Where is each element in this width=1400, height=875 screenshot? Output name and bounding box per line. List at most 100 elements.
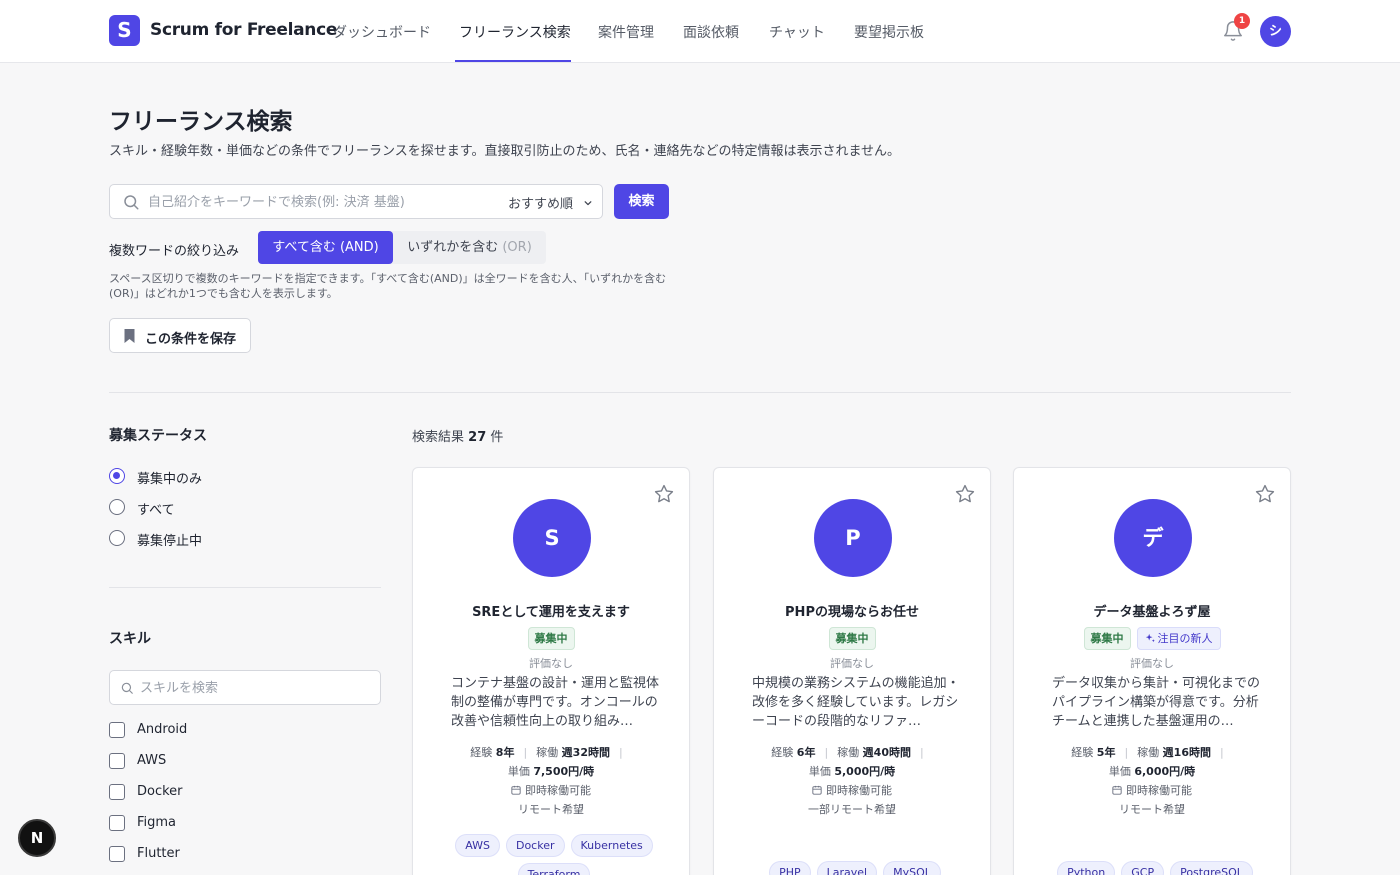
search-icon <box>124 195 139 210</box>
skill-filter-heading: スキル <box>109 631 151 647</box>
status-radio-paused[interactable] <box>109 530 125 546</box>
app-name[interactable]: Scrum for Freelance <box>150 20 337 40</box>
rating-text: 評価なし <box>529 657 573 670</box>
skill-tag[interactable]: PostgreSQL <box>1170 861 1253 875</box>
availability-text: 即時稼働可能 <box>1126 784 1192 797</box>
rate-label: 単価 <box>507 765 530 778</box>
star-icon[interactable] <box>1254 483 1276 505</box>
status-filter-heading: 募集ステータス <box>109 428 207 444</box>
or-option-suffix: (OR) <box>502 240 532 255</box>
remote-preference: リモート希望 <box>518 803 584 816</box>
chevron-down-icon[interactable] <box>584 199 592 207</box>
app-logo-icon[interactable]: S <box>109 15 140 46</box>
search-button[interactable]: 検索 <box>614 184 669 219</box>
status-badge: 募集中 <box>1083 627 1131 650</box>
experience-value: 8年 <box>495 746 515 759</box>
new-talent-label: 注目の新人 <box>1157 632 1213 645</box>
or-option-label: いずれかを含む <box>407 240 499 255</box>
hourly-rate: 単価 7,500円/時 <box>413 763 689 779</box>
calendar-icon <box>1112 785 1122 795</box>
workload-value: 週40時間 <box>862 746 911 759</box>
experience-label: 経験 <box>470 746 493 759</box>
skill-tag[interactable]: Docker <box>505 834 565 857</box>
status-radio-all[interactable] <box>109 499 125 515</box>
star-icon[interactable] <box>954 483 976 505</box>
workload-label: 稼働 <box>837 746 860 759</box>
nav-projects[interactable]: 案件管理 <box>598 22 654 42</box>
remote-preference: 一部リモート希望 <box>808 803 896 816</box>
freelancer-bio: 中規模の業務システムの機能追加・改修を多く経験しています。レガシーコードの段階的… <box>752 676 960 729</box>
availability-text: 即時稼働可能 <box>525 784 591 797</box>
sidebar-divider <box>109 587 381 588</box>
save-condition-label: この条件を保存 <box>145 332 237 347</box>
rate-label: 単価 <box>1108 765 1131 778</box>
skill-tag[interactable]: PHP <box>769 861 811 875</box>
skill-tag[interactable]: GCP <box>1121 861 1165 875</box>
skill-label-docker[interactable]: Docker <box>137 784 183 799</box>
nav-interview-requests[interactable]: 面談依頼 <box>683 22 739 42</box>
rate-label: 単価 <box>808 765 831 778</box>
skill-tag[interactable]: Python <box>1057 861 1116 875</box>
skill-checkbox-aws[interactable] <box>109 753 125 769</box>
badge-row: 募集中 注目の新人 <box>1014 627 1290 650</box>
freelancer-card[interactable]: S SREとして運用を支えます 募集中 評価なし コンテナ基盤の設計・運用と監視… <box>412 467 690 875</box>
badge-row: 募集中 <box>714 627 990 650</box>
availability: 即時稼働可能 <box>1014 782 1290 798</box>
skill-label-android[interactable]: Android <box>137 722 187 737</box>
skill-search-input[interactable] <box>140 677 370 699</box>
results-number: 27 <box>468 430 487 445</box>
workload-label: 稼働 <box>1137 746 1160 759</box>
availability: 即時稼働可能 <box>413 782 689 798</box>
match-any-or-option[interactable]: いずれかを含む (OR) <box>393 231 546 264</box>
sort-select[interactable]: おすすめ順 <box>508 193 573 212</box>
skill-checkbox-flutter[interactable] <box>109 846 125 862</box>
hourly-rate: 単価 5,000円/時 <box>714 763 990 779</box>
status-label-paused[interactable]: 募集停止中 <box>137 530 202 549</box>
skill-label-figma[interactable]: Figma <box>137 815 176 830</box>
match-all-and-option[interactable]: すべて含む (AND) <box>258 231 393 264</box>
status-label-recruiting[interactable]: 募集中のみ <box>137 468 202 487</box>
skill-checkbox-figma[interactable] <box>109 815 125 831</box>
sparkle-icon <box>1145 633 1155 643</box>
star-icon[interactable] <box>653 483 675 505</box>
save-condition-button[interactable]: この条件を保存 <box>109 318 251 353</box>
keyword-search-input[interactable] <box>148 190 488 214</box>
experience-value: 5年 <box>1096 746 1116 759</box>
nav-freelance-search[interactable]: フリーランス検索 <box>459 22 571 42</box>
skill-tag[interactable]: Kubernetes <box>570 834 653 857</box>
skill-label-aws[interactable]: AWS <box>137 753 166 768</box>
experience-workload: 経験 5年 | 稼働 週16時間 | <box>1071 746 1224 759</box>
availability-text: 即時稼働可能 <box>826 784 892 797</box>
skill-tag[interactable]: Terraform <box>517 863 591 875</box>
nav-chat[interactable]: チャット <box>769 22 825 42</box>
experience-label: 経験 <box>1071 746 1094 759</box>
status-label-all[interactable]: すべて <box>137 499 175 518</box>
freelancer-card[interactable]: P PHPの現場ならお任せ 募集中 評価なし 中規模の業務システムの機能追加・改… <box>713 467 991 875</box>
calendar-icon <box>812 785 822 795</box>
match-mode-toggle: すべて含む (AND) いずれかを含む (OR) <box>258 231 546 264</box>
skill-checkbox-android[interactable] <box>109 722 125 738</box>
user-avatar[interactable]: シ <box>1260 16 1291 47</box>
top-header: S Scrum for Freelance ダッシュボード フリーランス検索 案… <box>0 0 1400 63</box>
freelancer-card[interactable]: デ データ基盤よろず屋 募集中 注目の新人 評価なし データ収集から集計・可視化… <box>1013 467 1291 875</box>
skill-label-flutter[interactable]: Flutter <box>137 846 180 861</box>
workload-value: 週16時間 <box>1162 746 1211 759</box>
nav-dashboard[interactable]: ダッシュボード <box>333 22 431 42</box>
experience-workload: 経験 6年 | 稼働 週40時間 | <box>771 746 924 759</box>
nav-request-board[interactable]: 要望掲示板 <box>854 22 924 42</box>
freelancer-headline[interactable]: PHPの現場ならお任せ <box>714 601 990 620</box>
skill-tag[interactable]: AWS <box>455 834 500 857</box>
notification-count-badge: 1 <box>1234 13 1250 29</box>
status-radio-recruiting[interactable] <box>109 468 125 484</box>
page-description: スキル・経験年数・単価などの条件でフリーランスを探せます。直接取引防止のため、氏… <box>109 144 901 159</box>
freelancer-headline[interactable]: SREとして運用を支えます <box>413 601 689 620</box>
active-nav-indicator <box>455 60 571 62</box>
skill-tag[interactable]: MySQL <box>883 861 941 875</box>
keyword-search-box: おすすめ順 <box>109 184 603 219</box>
freelancer-headline[interactable]: データ基盤よろず屋 <box>1014 601 1290 620</box>
skill-checkbox-docker[interactable] <box>109 784 125 800</box>
dev-tools-badge[interactable]: N <box>18 819 56 857</box>
workload-label: 稼働 <box>536 746 559 759</box>
skill-tag[interactable]: Laravel <box>816 861 878 875</box>
skill-search-box <box>109 670 381 705</box>
